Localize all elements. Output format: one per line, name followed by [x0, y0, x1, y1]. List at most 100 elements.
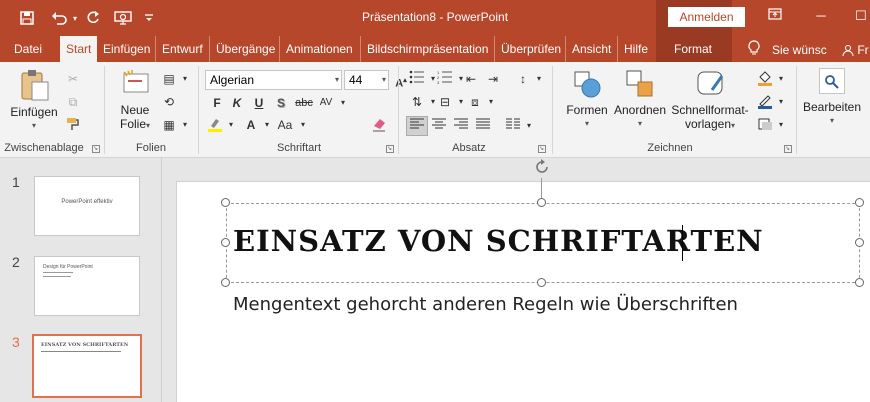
chevron-down-icon[interactable]: ▾	[530, 70, 548, 88]
thumbnail-title: PowerPoint effektiv	[61, 199, 113, 205]
tab-entwurf[interactable]: Entwurf	[155, 36, 209, 62]
thumbnail-bullet-line	[43, 276, 71, 277]
slide-thumbnail-3[interactable]: Einsatz von Schriftarten	[32, 334, 142, 398]
slide-thumbnail-1[interactable]: PowerPoint effektiv	[34, 176, 140, 236]
tab-bildschirmpraesentation[interactable]: Bildschirmpräsentation	[360, 36, 494, 62]
chevron-down-icon[interactable]: ▾	[176, 70, 194, 88]
tell-me-input[interactable]: Sie wünsc	[772, 43, 827, 57]
chevron-down-icon: ▾	[584, 119, 589, 128]
change-case-button[interactable]: Aa	[274, 116, 296, 134]
paste-button[interactable]: Einfügen ▾	[10, 68, 58, 133]
minimize-icon[interactable]: ─	[806, 6, 836, 26]
clear-formatting-icon[interactable]	[370, 116, 388, 134]
font-name-select[interactable]: Algerian ▾	[205, 70, 342, 90]
shadow-button[interactable]: S	[272, 94, 290, 112]
resize-handle[interactable]	[537, 198, 546, 207]
font-group-label: Schriftart	[276, 142, 321, 154]
character-spacing-button[interactable]: AV	[317, 94, 335, 112]
slide-thumbnail-2[interactable]: Design für PowerPoint	[34, 256, 140, 316]
font-size-select[interactable]: 44 ▾	[344, 70, 389, 90]
chevron-down-icon[interactable]: ▾	[520, 117, 538, 135]
decrease-indent-icon[interactable]: ⇤	[462, 70, 480, 88]
tab-animationen[interactable]: Animationen	[279, 36, 359, 62]
cut-icon[interactable]: ✂	[64, 70, 82, 88]
tab-ansicht[interactable]: Ansicht	[565, 36, 617, 62]
share-button[interactable]: Fr	[842, 43, 869, 57]
quick-styles-icon	[697, 71, 724, 95]
chevron-down-icon[interactable]: ▾	[482, 93, 500, 111]
paragraph-launcher-icon[interactable]: ↘	[538, 145, 546, 153]
ribbon: Einfügen ▾ ✂ ⧉ Zwischenablage ↘ Neue Fol…	[0, 62, 870, 158]
restore-icon[interactable]: ☐	[846, 6, 870, 26]
slide-body-text[interactable]: Mengentext gehorcht anderen Regeln wie Ü…	[233, 294, 738, 315]
chevron-down-icon[interactable]: ▾	[294, 116, 312, 134]
chevron-down-icon[interactable]: ▾	[176, 116, 194, 134]
arrange-button[interactable]: Anordnen ▾	[612, 68, 668, 131]
tab-einfuegen[interactable]: Einfügen	[97, 36, 156, 62]
tab-start[interactable]: Start	[60, 36, 98, 62]
rotate-handle-icon[interactable]	[532, 158, 552, 178]
new-slide-label-2: Folie▾	[119, 117, 151, 131]
new-slide-icon	[123, 70, 149, 93]
resize-handle[interactable]	[221, 238, 230, 247]
start-presentation-icon[interactable]	[112, 8, 134, 28]
editing-label: Bearbeiten	[802, 100, 862, 114]
clipboard-launcher-icon[interactable]: ↘	[92, 145, 100, 153]
quick-styles-button[interactable]: Schnellformat- vorlagen▾	[668, 68, 752, 133]
person-icon	[842, 45, 854, 57]
slide-number: 2	[12, 254, 20, 270]
chevron-down-icon[interactable]: ▾	[222, 116, 240, 134]
undo-icon[interactable]	[48, 8, 70, 28]
chevron-down-icon: ▾	[637, 119, 642, 128]
group-divider	[398, 66, 399, 154]
copy-icon[interactable]: ⧉	[64, 93, 82, 111]
resize-handle[interactable]	[855, 278, 864, 287]
tab-uebergaenge[interactable]: Übergänge	[209, 36, 281, 62]
resize-handle[interactable]	[855, 238, 864, 247]
tab-hilfe[interactable]: Hilfe	[617, 36, 654, 62]
align-right-icon[interactable]	[452, 117, 470, 135]
redo-icon[interactable]	[84, 8, 102, 28]
bold-button[interactable]: F	[208, 94, 226, 112]
tab-datei[interactable]: Datei	[8, 36, 48, 62]
italic-button[interactable]: K	[228, 94, 246, 112]
strikethrough-button[interactable]: abc	[293, 94, 315, 112]
reset-icon[interactable]: ⟲	[160, 93, 178, 111]
group-divider	[796, 66, 797, 154]
new-slide-button[interactable]: Neue Folie▾	[112, 68, 158, 133]
align-center-icon[interactable]	[430, 117, 448, 135]
chevron-down-icon[interactable]: ▾	[334, 94, 352, 112]
group-divider	[104, 66, 105, 154]
chevron-down-icon[interactable]: ▾	[772, 70, 790, 88]
chevron-down-icon[interactable]: ▾	[772, 93, 790, 111]
signin-button[interactable]: Anmelden	[668, 7, 745, 27]
save-icon[interactable]	[16, 8, 38, 28]
resize-handle[interactable]	[855, 198, 864, 207]
chevron-down-icon[interactable]: ▾	[772, 116, 790, 134]
ribbon-tabs: Datei Start Einfügen Entwurf Übergänge A…	[0, 36, 870, 62]
tab-format[interactable]: Format	[668, 36, 718, 62]
slide-thumbnail-pane: 1 PowerPoint effektiv 2 Design für Power…	[0, 158, 161, 402]
justify-icon[interactable]	[474, 117, 492, 135]
drawing-launcher-icon[interactable]: ↘	[784, 145, 792, 153]
underline-button[interactable]: U	[250, 94, 268, 112]
font-launcher-icon[interactable]: ↘	[386, 145, 394, 153]
shapes-icon	[574, 71, 601, 98]
resize-handle[interactable]	[221, 278, 230, 287]
ribbon-display-options-icon[interactable]	[760, 6, 790, 26]
slide-title[interactable]: Einsatz von Schriftarten	[233, 224, 764, 258]
format-painter-icon[interactable]	[64, 116, 82, 134]
resize-handle[interactable]	[537, 278, 546, 287]
chevron-down-icon: ▾	[829, 116, 834, 125]
increase-indent-icon[interactable]: ⇥	[484, 70, 502, 88]
resize-handle[interactable]	[221, 198, 230, 207]
share-label: Fr	[857, 43, 869, 57]
arrange-icon	[626, 70, 653, 97]
tab-ueberpruefen[interactable]: Überprüfen	[494, 36, 567, 62]
shapes-button[interactable]: Formen ▾	[560, 68, 614, 131]
editing-button[interactable]: Bearbeiten ▾	[800, 68, 864, 128]
quick-styles-label-2: vorlagen▾	[684, 117, 736, 131]
customize-qat-icon[interactable]	[142, 8, 156, 28]
align-left-icon[interactable]	[406, 116, 428, 136]
undo-dropdown-icon[interactable]: ▾	[70, 8, 80, 28]
